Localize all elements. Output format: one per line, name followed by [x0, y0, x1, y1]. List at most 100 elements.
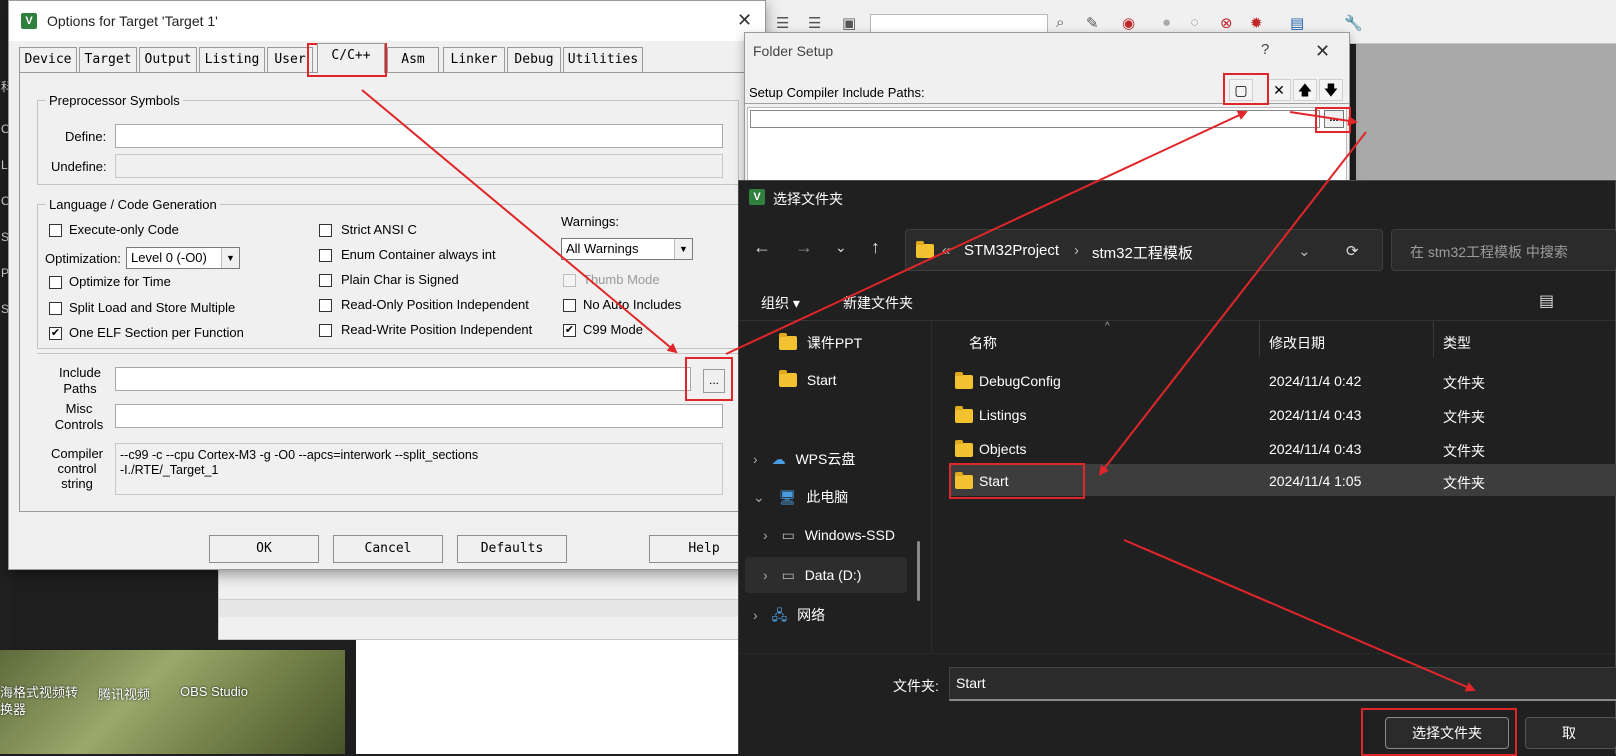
- sidebar-scrollbar[interactable]: [917, 541, 920, 601]
- debug-icon[interactable]: ◉: [1122, 14, 1135, 32]
- path-browse-button[interactable]: ...: [1324, 110, 1344, 128]
- include-paths-input[interactable]: [115, 367, 691, 391]
- move-down-icon[interactable]: 🡇: [1319, 79, 1343, 101]
- cancel-button[interactable]: Cancel: [333, 535, 443, 563]
- file-row[interactable]: Objects 2024/11/4 0:43 文件夹: [739, 433, 1616, 467]
- label-line: Paths: [63, 381, 97, 396]
- move-up-icon[interactable]: 🡅: [1293, 79, 1317, 101]
- help-icon[interactable]: ?: [1261, 41, 1269, 58]
- tab-target[interactable]: Target: [79, 47, 137, 73]
- tab-linker[interactable]: Linker: [443, 47, 505, 73]
- view-options-icon[interactable]: ▤: [1539, 291, 1554, 311]
- desktop-icon-label[interactable]: 海格式视频转换器: [0, 684, 82, 718]
- chevron-down-icon[interactable]: ⌄: [835, 239, 847, 256]
- delete-icon[interactable]: ✕: [1267, 79, 1291, 101]
- split-load-checkbox[interactable]: [49, 302, 62, 315]
- enum-container-checkbox[interactable]: [319, 249, 332, 262]
- warnings-select[interactable]: All Warnings ▼: [561, 238, 693, 260]
- up-icon[interactable]: ↑: [871, 237, 880, 258]
- close-icon[interactable]: ✕: [737, 10, 752, 31]
- include-path-list[interactable]: ...: [747, 107, 1347, 191]
- tools-icon[interactable]: ✎: [1086, 14, 1099, 32]
- horizontal-scrollbar[interactable]: [219, 599, 757, 617]
- column-separator[interactable]: [1259, 321, 1260, 357]
- tab-cpp[interactable]: C/C++: [317, 43, 385, 73]
- ro-position-checkbox[interactable]: [319, 299, 332, 312]
- indent-icon[interactable]: ☰: [776, 14, 789, 32]
- command-bar: 组织 ▾ 新建文件夹 ▤: [739, 285, 1615, 321]
- tab-asm[interactable]: Asm: [387, 47, 439, 73]
- sidebar-item[interactable]: 课件PPT: [779, 333, 862, 353]
- window-icon[interactable]: ▤: [1290, 14, 1304, 32]
- file-row-selected[interactable]: Start 2024/11/4 1:05 文件夹: [739, 467, 1616, 501]
- expand-icon[interactable]: ›: [753, 607, 758, 623]
- split-load-label: Split Load and Store Multiple: [69, 300, 236, 315]
- include-paths-browse-button[interactable]: ...: [703, 369, 725, 393]
- compiler-control-string[interactable]: --c99 -c --cpu Cortex-M3 -g -O0 --apcs=i…: [115, 443, 723, 495]
- undefine-input[interactable]: [115, 154, 723, 178]
- no-auto-includes-checkbox[interactable]: [563, 299, 576, 312]
- desktop-icon-label[interactable]: OBS Studio: [180, 684, 248, 699]
- sidebar-item[interactable]: › 🖧 网络: [753, 605, 825, 629]
- define-input[interactable]: [115, 124, 723, 148]
- breadcrumb-overflow[interactable]: «: [942, 242, 950, 259]
- tab-debug[interactable]: Debug: [507, 47, 561, 73]
- column-header-date[interactable]: 修改日期: [1269, 333, 1325, 353]
- cancel-button[interactable]: 取: [1525, 717, 1616, 749]
- forward-icon[interactable]: →: [795, 237, 813, 258]
- breadcrumb-item[interactable]: stm32工程模板: [1092, 242, 1193, 263]
- ok-button[interactable]: OK: [209, 535, 319, 563]
- optimization-select[interactable]: Level 0 (-O0) ▼: [126, 247, 240, 269]
- column-header-name[interactable]: 名称: [969, 333, 997, 353]
- tab-user[interactable]: User: [267, 47, 313, 73]
- plain-char-checkbox[interactable]: [319, 274, 332, 287]
- new-entry-icon[interactable]: ▢: [1229, 79, 1253, 101]
- file-date: 2024/11/4 0:43: [1269, 441, 1362, 457]
- file-row[interactable]: DebugConfig 2024/11/4 0:42 文件夹: [739, 365, 1616, 399]
- folder-name-input[interactable]: Start: [949, 667, 1616, 701]
- expand-icon[interactable]: ›: [763, 527, 768, 543]
- rw-position-checkbox[interactable]: [319, 324, 332, 337]
- sidebar-item[interactable]: › ▭ Windows-SSD: [763, 527, 895, 544]
- select-folder-button[interactable]: 选择文件夹: [1385, 717, 1509, 749]
- organize-button[interactable]: 组织 ▾: [761, 293, 800, 313]
- c99-mode-checkbox[interactable]: ✔: [563, 324, 576, 337]
- column-separator[interactable]: [1433, 321, 1434, 357]
- tab-listing[interactable]: Listing: [199, 47, 265, 73]
- breakpoint-off-icon[interactable]: ○: [1190, 14, 1199, 31]
- optimize-time-checkbox[interactable]: [49, 276, 62, 289]
- breadcrumb-item[interactable]: STM32Project: [964, 242, 1059, 259]
- tab-utilities[interactable]: Utilities: [563, 47, 643, 73]
- outdent-icon[interactable]: ☰: [808, 14, 821, 32]
- misc-controls-input[interactable]: [115, 404, 723, 428]
- execute-only-checkbox[interactable]: [49, 224, 62, 237]
- label-line: string: [61, 476, 93, 491]
- label-line: Compiler: [50, 446, 103, 461]
- file-row[interactable]: Listings 2024/11/4 0:43 文件夹: [739, 399, 1616, 433]
- disable-breakpoints-icon[interactable]: ✹: [1250, 14, 1263, 32]
- path-entry-input[interactable]: [750, 110, 1320, 128]
- thumb-mode-label: Thumb Mode: [583, 272, 660, 287]
- refresh-icon[interactable]: ⟳: [1346, 242, 1359, 260]
- close-icon[interactable]: ✕: [1315, 41, 1330, 62]
- find-icon[interactable]: ⌕: [1056, 14, 1064, 31]
- chevron-down-icon[interactable]: ⌄: [1298, 242, 1311, 260]
- one-elf-checkbox[interactable]: ✔: [49, 327, 62, 340]
- kill-breakpoints-icon[interactable]: ⊗: [1220, 14, 1233, 32]
- address-bar[interactable]: « STM32Project › stm32工程模板 ⌄ ⟳: [905, 229, 1383, 271]
- tab-output[interactable]: Output: [139, 47, 197, 73]
- defaults-button[interactable]: Defaults: [457, 535, 567, 563]
- tab-device[interactable]: Device: [19, 47, 77, 73]
- expand-icon[interactable]: ›: [763, 567, 768, 583]
- wrench-icon[interactable]: 🔧: [1344, 14, 1363, 32]
- undefine-label: Undefine:: [51, 159, 107, 174]
- strict-ansi-checkbox[interactable]: [319, 224, 332, 237]
- back-icon[interactable]: ←: [753, 237, 771, 258]
- sidebar-item[interactable]: › ▭ Data (D:): [763, 567, 861, 584]
- search-box[interactable]: 在 stm32工程模板 中搜索: [1391, 229, 1616, 271]
- breakpoint-icon[interactable]: ●: [1162, 14, 1171, 31]
- desktop-icon-label[interactable]: 腾讯视频: [98, 684, 150, 703]
- new-folder-button[interactable]: 新建文件夹: [843, 293, 913, 313]
- column-header-type[interactable]: 类型: [1443, 333, 1471, 353]
- open-icon[interactable]: ▣: [842, 14, 856, 32]
